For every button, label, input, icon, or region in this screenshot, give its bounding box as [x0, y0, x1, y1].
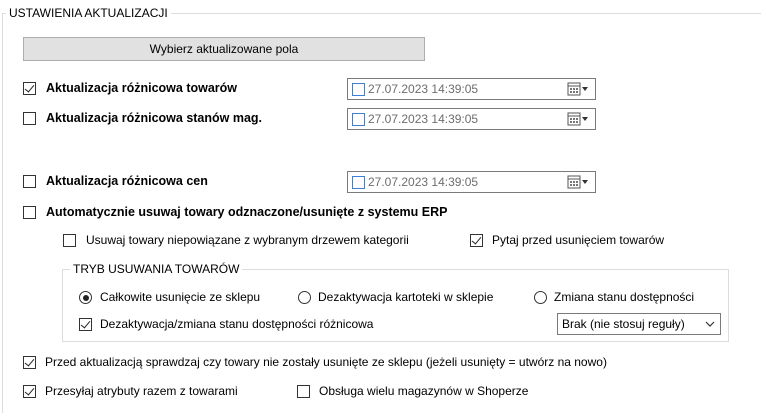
diff-prices-label: Aktualizacja różnicowa cen [46, 174, 208, 188]
diff-prices-date-checkbox[interactable] [352, 176, 365, 189]
select-fields-button[interactable]: Wybierz aktualizowane pola [23, 37, 425, 61]
diff-stock-checkbox[interactable] [23, 112, 36, 125]
diff-deactivation-checkbox[interactable] [79, 318, 92, 331]
diff-stock-label: Aktualizacja różnicowa stanów mag. [46, 111, 263, 125]
calendar-dropdown-icon[interactable] [567, 82, 589, 96]
check-deleted-checkbox[interactable] [23, 356, 36, 369]
multi-warehouse-label: Obsługa wielu magazynów w Shoperze [319, 384, 529, 398]
calendar-dropdown-icon[interactable] [567, 175, 589, 189]
availability-rule-select[interactable]: Brak (nie stosuj reguły) [557, 313, 721, 335]
ask-before-delete-label: Pytaj przed usunięciem towarów [492, 233, 665, 247]
send-attributes-label: Przesyłaj atrybuty razem z towarami [45, 384, 238, 398]
multi-warehouse-checkbox[interactable] [297, 385, 310, 398]
availability-rule-value: Brak (nie stosuj reguły) [562, 317, 685, 331]
radio-deactivate-card[interactable] [298, 291, 311, 304]
diff-products-date-checkbox[interactable] [352, 83, 365, 96]
auto-remove-label: Automatycznie usuwaj towary odznaczone/u… [46, 205, 448, 219]
diff-stock-date-value: 27.07.2023 14:39:05 [368, 112, 479, 126]
removal-mode-title: TRYB USUWANIA TOWARÓW [70, 262, 243, 276]
diff-products-checkbox[interactable] [23, 82, 36, 95]
diff-products-datetime[interactable]: 27.07.2023 14:39:05 [347, 78, 596, 100]
radio-change-availability-label: Zmiana stanu dostępności [554, 290, 695, 304]
calendar-dropdown-icon[interactable] [567, 112, 589, 126]
diff-prices-checkbox[interactable] [23, 175, 36, 188]
radio-full-removal-label: Całkowite usunięcie ze sklepu [100, 290, 261, 304]
diff-prices-date-value: 27.07.2023 14:39:05 [368, 175, 479, 189]
send-attributes-checkbox[interactable] [23, 385, 36, 398]
remove-unlinked-label: Usuwaj towary niepowiązane z wybranym dr… [86, 233, 409, 247]
radio-deactivate-card-label: Dezaktywacja kartoteki w sklepie [318, 290, 494, 304]
remove-unlinked-checkbox[interactable] [63, 234, 76, 247]
auto-remove-checkbox[interactable] [23, 206, 36, 219]
diff-prices-datetime[interactable]: 27.07.2023 14:39:05 [347, 171, 596, 193]
diff-deactivation-label: Dezaktywacja/zmiana stanu dostępności ró… [100, 317, 374, 331]
chevron-down-icon [705, 321, 715, 327]
diff-products-date-value: 27.07.2023 14:39:05 [368, 82, 479, 96]
update-settings-title: USTAWIENIA AKTUALIZACJI [6, 6, 171, 20]
diff-products-label: Aktualizacja różnicowa towarów [46, 81, 238, 95]
diff-stock-datetime[interactable]: 27.07.2023 14:39:05 [347, 108, 596, 130]
radio-full-removal[interactable] [79, 291, 92, 304]
ask-before-delete-checkbox[interactable] [470, 234, 483, 247]
radio-change-availability[interactable] [534, 291, 547, 304]
diff-stock-date-checkbox[interactable] [352, 113, 365, 126]
check-deleted-label: Przed aktualizacją sprawdzaj czy towary … [45, 355, 607, 369]
